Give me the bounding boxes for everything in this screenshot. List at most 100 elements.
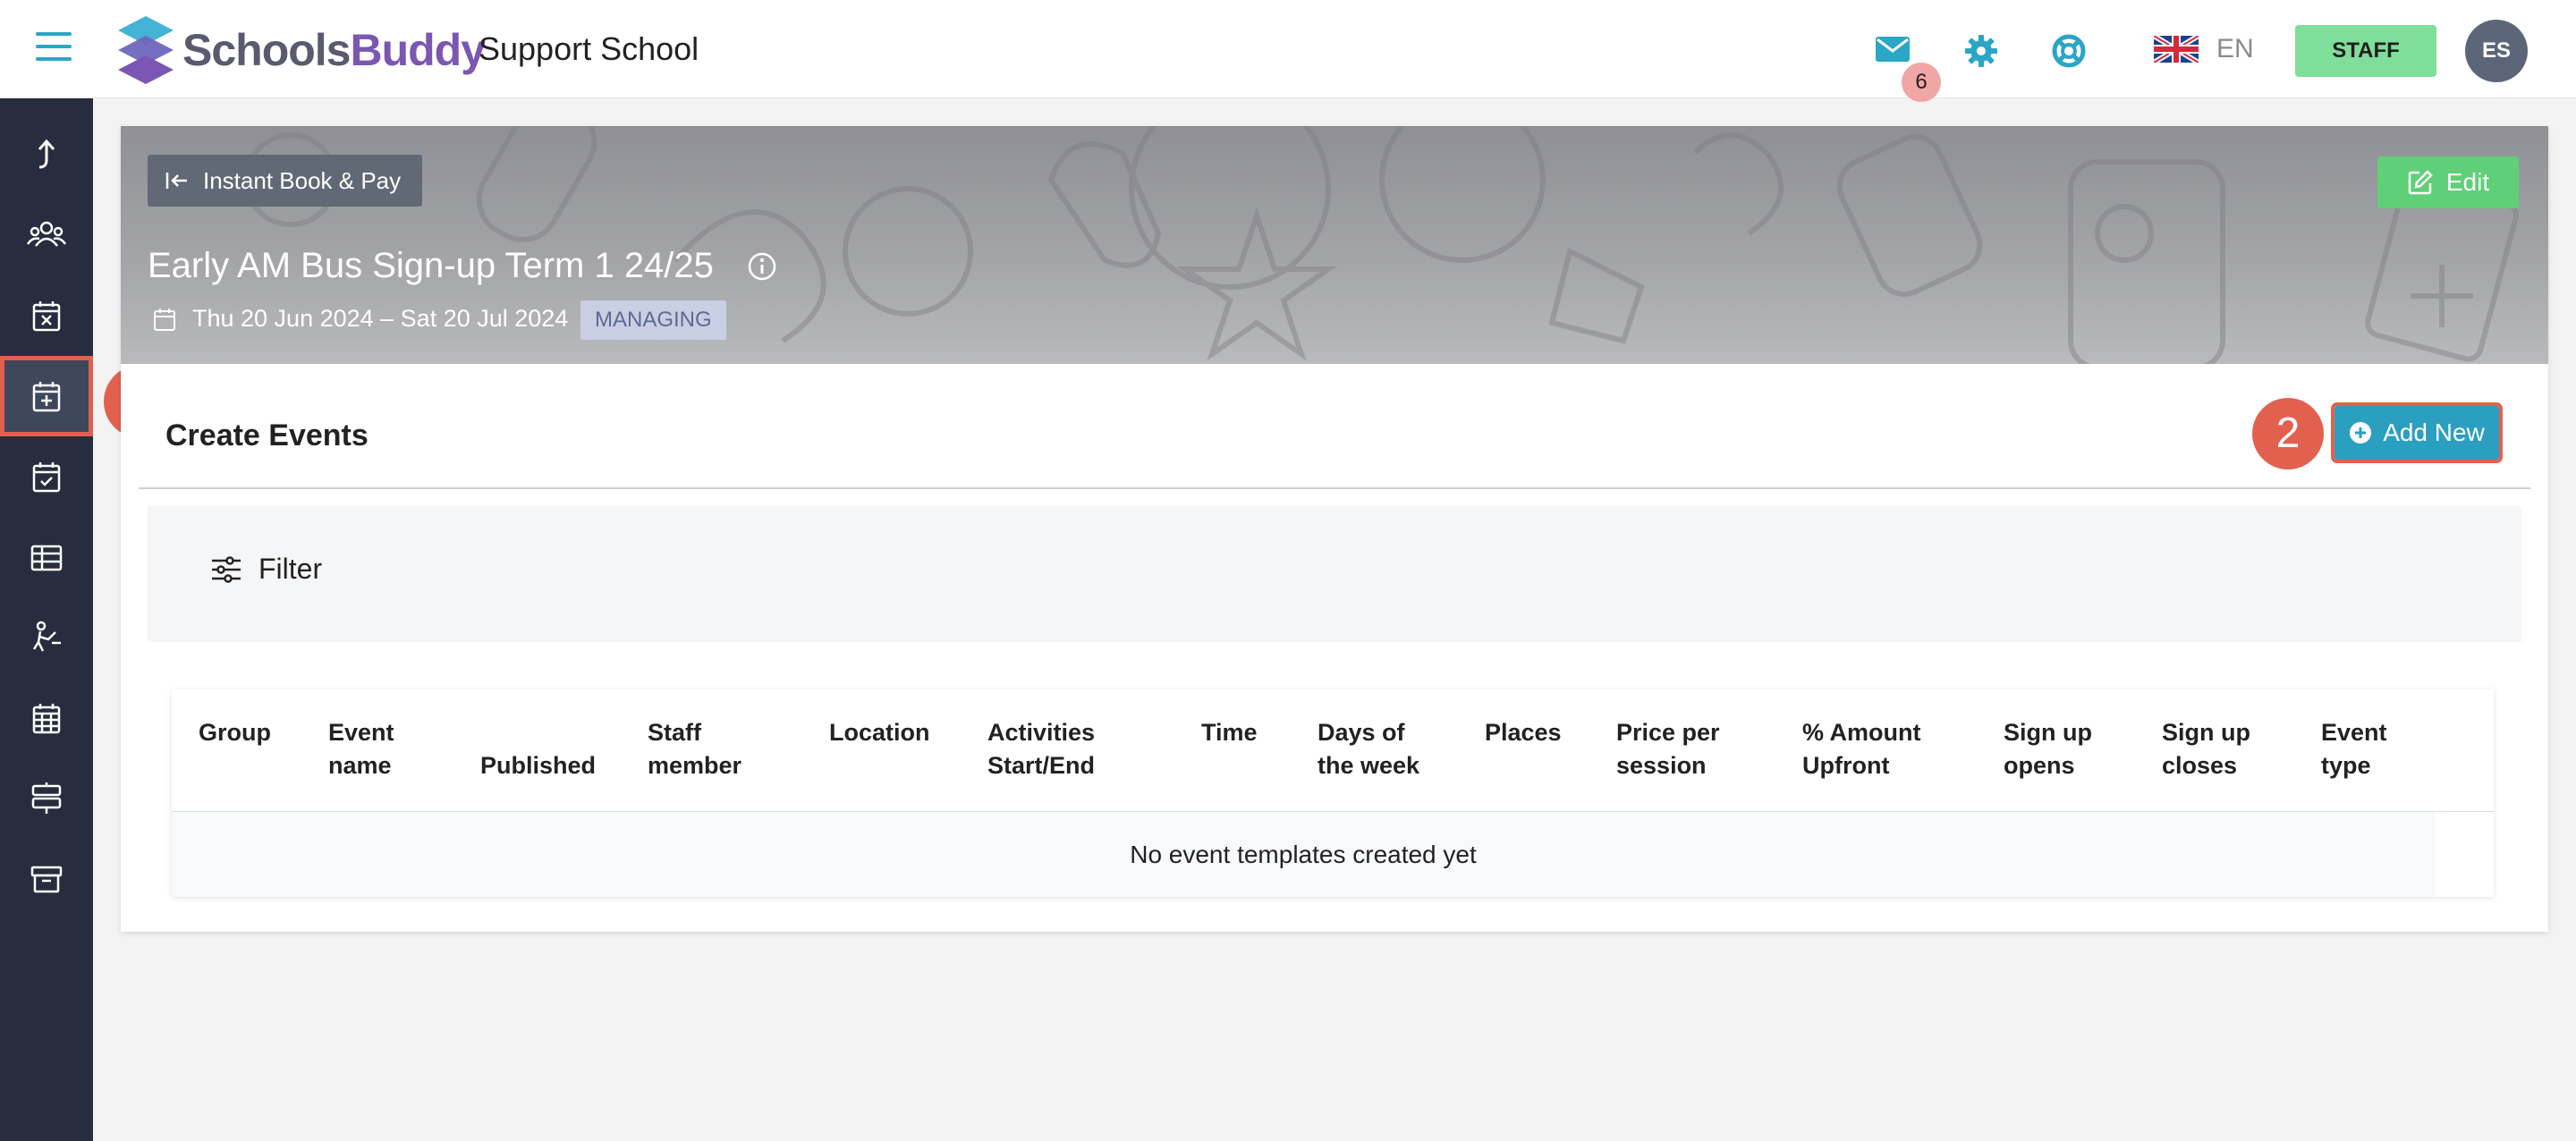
column-header-event-name[interactable]: Event name <box>328 716 394 782</box>
column-header-time[interactable]: Time <box>1201 716 1258 749</box>
step-callout-2: 2 <box>2252 398 2324 469</box>
column-header-places[interactable]: Places <box>1485 716 1562 749</box>
column-header-line1: Event <box>2321 719 2387 746</box>
column-header-line1: Group <box>199 719 271 746</box>
sidebar-item-signpost[interactable] <box>0 758 93 839</box>
column-header-line1: Price per <box>1616 719 1720 746</box>
signpost-icon <box>31 782 62 814</box>
sidebar-item-up[interactable] <box>0 114 93 195</box>
column-header-line1: Location <box>829 719 930 746</box>
top-bar: SchoolsBuddy Support School 6 EN STAFF E… <box>0 0 2576 102</box>
sidebar-item-calendar-x[interactable] <box>0 275 93 356</box>
users-icon <box>27 221 66 247</box>
event-card: Instant Book & Pay Edit Early AM Bus Sig… <box>121 126 2548 932</box>
language-selector[interactable]: EN <box>2154 34 2254 64</box>
mail-icon[interactable] <box>1875 36 1911 67</box>
column-header-location[interactable]: Location <box>829 716 930 749</box>
filter-button[interactable]: Filter <box>210 553 322 586</box>
sidebar-item-table[interactable] <box>0 517 93 597</box>
empty-table-message: No event templates created yet <box>172 812 2435 897</box>
school-name: Support School <box>479 30 699 67</box>
event-title: Early AM Bus Sign-up Term 1 24/25 <box>148 246 714 285</box>
column-header-line2: closes <box>2162 752 2238 779</box>
avatar[interactable]: ES <box>2465 20 2528 82</box>
add-new-label: Add New <box>2383 418 2485 446</box>
section-divider <box>139 487 2530 489</box>
column-header-line1: Staff <box>648 719 701 746</box>
logo[interactable]: SchoolsBuddy <box>116 16 486 84</box>
gear-icon[interactable] <box>1964 34 1998 72</box>
edit-button-label: Edit <box>2445 168 2490 196</box>
filter-label: Filter <box>258 553 323 585</box>
column-header-line1 <box>480 716 596 749</box>
sidebar-item-calendar-check[interactable] <box>0 436 93 517</box>
info-icon[interactable] <box>747 251 777 286</box>
logo-text-buddy: Buddy <box>350 25 486 75</box>
mail-count-badge: 6 <box>1902 63 1941 102</box>
column-header-line1: Time <box>1201 719 1258 746</box>
sidebar-item-users[interactable] <box>0 195 93 275</box>
event-date-range: Thu 20 Jun 2024 – Sat 20 Jul 2024 <box>153 305 568 333</box>
uk-flag-icon <box>2154 36 2199 63</box>
hamburger-menu-icon[interactable] <box>36 32 72 63</box>
logo-layers-icon <box>118 16 174 84</box>
sidebar-item-calendar-plus[interactable] <box>0 356 93 436</box>
back-button-label: Instant Book & Pay <box>203 166 402 194</box>
column-header-group[interactable]: Group <box>199 716 271 749</box>
column-header-staff-member[interactable]: Staff member <box>648 716 741 782</box>
add-new-button[interactable]: Add New <box>2331 402 2503 463</box>
calendar-plus-icon <box>32 382 61 412</box>
sliders-icon <box>212 555 241 583</box>
column-header-line1: Activities <box>987 719 1096 746</box>
column-header-amount-upfront[interactable]: % Amount Upfront <box>1802 716 1920 782</box>
archive-icon <box>30 866 63 893</box>
staff-button[interactable]: STAFF <box>2295 25 2436 77</box>
column-header-price-per-session[interactable]: Price per session <box>1616 716 1720 782</box>
column-header-line2: Published <box>480 752 597 779</box>
column-header-line1: Event <box>328 719 394 746</box>
logo-text: SchoolsBuddy <box>182 24 486 76</box>
column-header-days-of-week[interactable]: Days of the week <box>1318 716 1419 782</box>
column-header-line2: opens <box>2004 752 2075 779</box>
calendar-check-icon <box>32 462 61 493</box>
filter-bar: Filter <box>148 506 2521 642</box>
calendar-grid-icon <box>32 704 61 734</box>
column-header-line2: type <box>2321 752 2371 779</box>
column-header-sign-up-opens[interactable]: Sign up opens <box>2004 716 2092 782</box>
column-header-line2: Upfront <box>1802 752 1890 779</box>
column-header-line1: Sign up <box>2162 719 2250 746</box>
language-code: EN <box>2216 34 2254 63</box>
calendar-icon <box>154 308 175 331</box>
sidebar-item-activity[interactable] <box>0 597 93 678</box>
edit-icon <box>2408 170 2433 195</box>
column-header-line1: Places <box>1485 719 1562 746</box>
calendar-x-icon <box>32 301 61 332</box>
lifebuoy-icon[interactable] <box>2052 34 2086 72</box>
back-to-instant-book-button[interactable]: Instant Book & Pay <box>148 155 423 207</box>
events-table: Group Event name Published Staff member Lo… <box>172 689 2494 897</box>
arrow-left-bar-icon <box>165 173 187 189</box>
column-header-line2: Start/End <box>987 752 1096 779</box>
edit-button[interactable]: Edit <box>2377 156 2519 208</box>
column-header-line2: member <box>648 752 742 779</box>
event-hero: Instant Book & Pay Edit Early AM Bus Sig… <box>121 126 2548 364</box>
column-header-line1: % Amount <box>1802 719 1921 746</box>
column-header-published[interactable]: Published <box>480 716 596 782</box>
date-range-text: Thu 20 Jun 2024 – Sat 20 Jul 2024 <box>192 305 569 332</box>
column-header-line1: Sign up <box>2004 719 2092 746</box>
sidebar <box>0 98 93 1141</box>
sidebar-item-archive[interactable] <box>0 839 93 919</box>
section-title: Create Events <box>165 418 369 452</box>
arrow-up-icon <box>38 139 55 169</box>
column-header-line2: session <box>1616 752 1707 779</box>
plus-circle-icon <box>2350 422 2372 444</box>
person-run-icon <box>32 621 61 652</box>
column-header-event-type[interactable]: Event type <box>2321 716 2387 782</box>
column-header-sign-up-closes[interactable]: Sign up closes <box>2162 716 2250 782</box>
column-header-line2: name <box>328 752 392 779</box>
column-header-activities[interactable]: Activities Start/End <box>987 716 1095 782</box>
column-header-line1: Days of <box>1318 719 1405 746</box>
logo-text-schools: Schools <box>182 25 351 75</box>
table-icon <box>30 545 63 571</box>
sidebar-item-calendar-grid[interactable] <box>0 678 93 758</box>
